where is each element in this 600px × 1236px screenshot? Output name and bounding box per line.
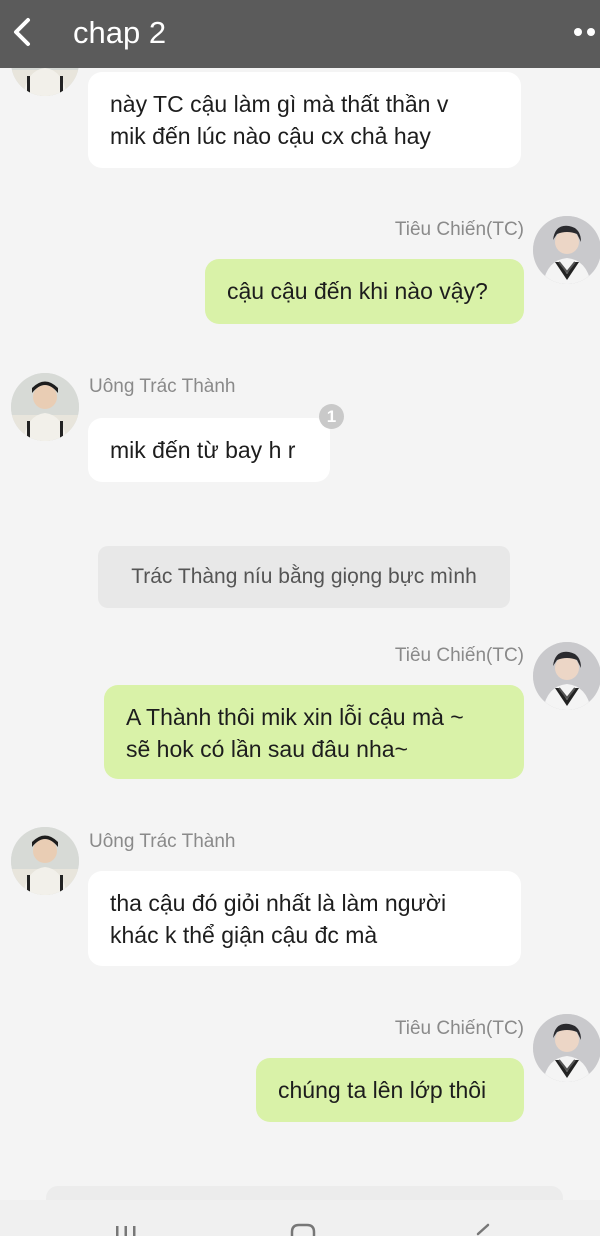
more-dot xyxy=(587,28,595,36)
message-text: khác k thể giận cậu đc mà xyxy=(110,922,378,948)
message-bubble-left[interactable]: này TC cậu làm gì mà thất thần v mik đến… xyxy=(88,72,521,168)
narration-box: Trác Thàng níu bằng giọng bực mình xyxy=(98,546,510,608)
sender-name-left: Uông Trác Thành xyxy=(89,376,236,397)
message-text: tha cậu đó giỏi nhất là làm người xyxy=(110,890,447,916)
avatar-left[interactable] xyxy=(11,827,79,895)
sender-name-right: Tiêu Chiến(TC) xyxy=(394,1018,524,1039)
unread-count-badge: 1 xyxy=(319,404,344,429)
message-text: này TC cậu làm gì mà thất thần v xyxy=(110,91,449,117)
message-text: mik đến lúc nào cậu cx chả hay xyxy=(110,123,431,149)
avatar-left[interactable] xyxy=(11,373,79,441)
message-bubble-left[interactable]: mik đến từ bay h r xyxy=(88,418,330,482)
avatar-right[interactable] xyxy=(533,642,600,710)
sender-name-right: Tiêu Chiến(TC) xyxy=(394,645,524,666)
more-button[interactable] xyxy=(570,18,600,46)
message-text: sẽ hok có lần sau đâu nha~ xyxy=(126,736,408,762)
message-text: mik đến từ bay h r xyxy=(110,437,296,463)
chevron-left-icon xyxy=(14,18,30,46)
message-text: cậu cậu đến khi nào vậy? xyxy=(227,278,488,304)
sender-name-left: Uông Trác Thành xyxy=(89,831,236,852)
message-text: chúng ta lên lớp thôi xyxy=(278,1077,487,1103)
message-bubble-right[interactable]: chúng ta lên lớp thôi xyxy=(256,1058,524,1122)
avatar-right[interactable] xyxy=(533,1014,600,1082)
sender-name-right: Tiêu Chiến(TC) xyxy=(394,219,524,240)
message-text: A Thành thôi mik xin lỗi cậu mà ~ xyxy=(126,704,464,730)
recent-apps-icon[interactable] xyxy=(113,1222,139,1236)
avatar-right[interactable] xyxy=(533,216,600,284)
app-header: chap 2 xyxy=(0,0,600,68)
nav-back-icon[interactable] xyxy=(470,1222,494,1236)
message-bubble-right[interactable]: cậu cậu đến khi nào vậy? xyxy=(205,259,524,324)
message-bubble-right[interactable]: A Thành thôi mik xin lỗi cậu mà ~ sẽ hok… xyxy=(104,685,524,779)
back-button[interactable] xyxy=(8,14,38,50)
page-title: chap 2 xyxy=(73,15,167,50)
home-icon[interactable] xyxy=(289,1222,317,1236)
system-nav-bar xyxy=(0,1200,600,1236)
message-bubble-left[interactable]: tha cậu đó giỏi nhất là làm người khác k… xyxy=(88,871,521,966)
more-dots-icon xyxy=(574,28,582,36)
